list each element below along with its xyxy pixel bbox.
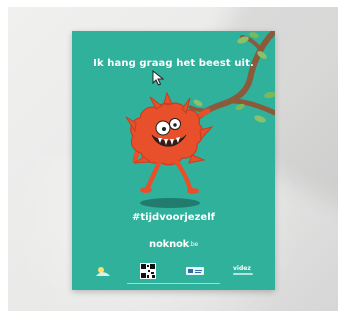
poster: Ik hang graag het beest uit. #tijdvoorje… [72, 31, 275, 290]
poster-hashtag: #tijdvoorjezelf [132, 212, 215, 223]
partner-logo-icon [186, 267, 204, 275]
footer-logo-subline [233, 273, 253, 275]
branch [188, 31, 275, 120]
photo-scene: Ik hang graag het beest uit. #tijdvoorje… [0, 0, 346, 317]
poster-footer: videz [72, 263, 275, 279]
brand-tld: .be [189, 241, 198, 248]
monster-shadow [140, 198, 200, 208]
monster [125, 91, 214, 194]
poster-headline: Ik hang graag het beest uit. [93, 58, 254, 69]
partner-logo-icon [96, 267, 110, 276]
footer-logo-text: videz [233, 265, 251, 272]
qr-code-icon [140, 263, 156, 279]
brand-logo: noknok.be [72, 239, 275, 250]
poster-illustration [125, 31, 275, 208]
mouse-pointer-icon [152, 70, 164, 86]
brand-name: noknok [149, 239, 190, 250]
poster-fineprint-line [72, 283, 275, 285]
